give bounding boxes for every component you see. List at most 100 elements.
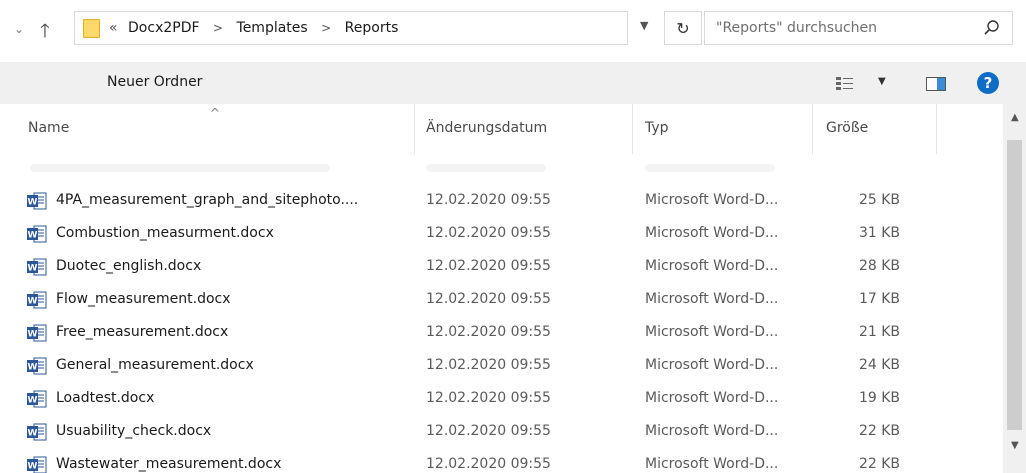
scroll-down-icon[interactable]: ▼: [1011, 440, 1019, 451]
search-icon[interactable]: [983, 19, 1000, 36]
svg-text:W: W: [28, 231, 38, 241]
search-placeholder: "Reports" durchsuchen: [716, 20, 878, 36]
svg-text:W: W: [28, 429, 38, 439]
breadcrumb-separator-icon[interactable]: >: [213, 21, 223, 35]
svg-text:W: W: [28, 198, 38, 208]
file-size: 25 KB: [858, 192, 900, 208]
file-name[interactable]: Flow_measurement.docx: [56, 291, 231, 307]
scroll-up-icon[interactable]: ▲: [1011, 112, 1019, 123]
address-bar: ⌄ 🡑 « Docx2PDF > Templates > Reports ▼ ↻…: [0, 0, 1026, 62]
file-name[interactable]: Usuability_check.docx: [56, 423, 211, 439]
file-size: 28 KB: [858, 258, 900, 274]
file-size: 22 KB: [858, 456, 900, 472]
breadcrumb-overflow[interactable]: «: [109, 20, 118, 36]
file-type: Microsoft Word-D...: [645, 456, 779, 472]
view-dropdown-icon[interactable]: ▼: [878, 76, 886, 87]
blurred-row: [0, 158, 990, 180]
file-type: Microsoft Word-D...: [645, 258, 779, 274]
file-list: W 4PA_measurement_graph_and_sitephoto...…: [0, 154, 1003, 473]
file-row[interactable]: W Combustion_measurment.docx 12.02.2020 …: [0, 217, 1000, 251]
file-date: 12.02.2020 09:55: [426, 324, 551, 340]
arrow-up-icon[interactable]: 🡑: [40, 17, 50, 49]
svg-text:W: W: [28, 462, 38, 472]
file-date: 12.02.2020 09:55: [426, 291, 551, 307]
file-date: 12.02.2020 09:55: [426, 456, 551, 472]
word-document-icon: W: [27, 192, 47, 210]
recent-locations-chevron-icon[interactable]: ⌄: [14, 22, 24, 36]
file-name[interactable]: Duotec_english.docx: [56, 258, 201, 274]
file-type: Microsoft Word-D...: [645, 324, 779, 340]
preview-pane-icon[interactable]: [926, 77, 946, 91]
file-name[interactable]: General_measurement.docx: [56, 357, 254, 373]
file-size: 31 KB: [858, 225, 900, 241]
path-dropdown-chevron-icon[interactable]: ▼: [640, 19, 648, 32]
file-row[interactable]: W Flow_measurement.docx 12.02.2020 09:55…: [0, 283, 1000, 317]
column-divider[interactable]: [812, 104, 813, 154]
breadcrumb: « Docx2PDF > Templates > Reports: [109, 20, 398, 36]
file-row[interactable]: W Duotec_english.docx 12.02.2020 09:55 M…: [0, 250, 1000, 284]
file-row[interactable]: W Usuability_check.docx 12.02.2020 09:55…: [0, 415, 1000, 449]
file-name[interactable]: Combustion_measurment.docx: [56, 225, 274, 241]
word-document-icon: W: [27, 324, 47, 342]
refresh-button[interactable]: ↻: [664, 11, 702, 45]
column-header-row: ^ Name Änderungsdatum Typ Größe: [0, 104, 1003, 154]
word-document-icon: W: [27, 423, 47, 441]
file-name[interactable]: Free_measurement.docx: [56, 324, 228, 340]
file-row[interactable]: W Free_measurement.docx 12.02.2020 09:55…: [0, 316, 1000, 350]
file-name[interactable]: Loadtest.docx: [56, 390, 154, 406]
column-divider[interactable]: [632, 104, 633, 154]
column-divider[interactable]: [414, 104, 415, 154]
word-document-icon: W: [27, 258, 47, 276]
file-type: Microsoft Word-D...: [645, 225, 779, 241]
svg-text:W: W: [28, 396, 38, 406]
svg-text:W: W: [28, 297, 38, 307]
file-name[interactable]: 4PA_measurement_graph_and_sitephoto....: [56, 192, 358, 208]
help-button[interactable]: ?: [977, 72, 999, 94]
details-view-icon[interactable]: [836, 77, 870, 91]
column-divider[interactable]: [936, 104, 937, 154]
column-header-date[interactable]: Änderungsdatum: [426, 120, 547, 136]
file-type: Microsoft Word-D...: [645, 423, 779, 439]
file-date: 12.02.2020 09:55: [426, 258, 551, 274]
file-date: 12.02.2020 09:55: [426, 390, 551, 406]
breadcrumb-separator-icon[interactable]: >: [321, 21, 331, 35]
file-row[interactable]: W 4PA_measurement_graph_and_sitephoto...…: [0, 184, 1000, 218]
file-type: Microsoft Word-D...: [645, 357, 779, 373]
file-size: 21 KB: [858, 324, 900, 340]
column-header-type[interactable]: Typ: [645, 120, 669, 136]
breadcrumb-item-templates[interactable]: Templates: [237, 20, 308, 36]
svg-text:W: W: [28, 264, 38, 274]
search-input[interactable]: "Reports" durchsuchen: [704, 11, 1013, 45]
breadcrumb-item-reports[interactable]: Reports: [345, 20, 399, 36]
path-box[interactable]: « Docx2PDF > Templates > Reports: [74, 11, 628, 45]
new-folder-button[interactable]: Neuer Ordner: [107, 74, 202, 90]
column-header-size[interactable]: Größe: [826, 120, 868, 136]
command-bar: Neuer Ordner ▼ ?: [0, 62, 1026, 104]
scrollbar-thumb[interactable]: [1007, 140, 1022, 430]
word-document-icon: W: [27, 456, 47, 473]
file-date: 12.02.2020 09:55: [426, 192, 551, 208]
file-date: 12.02.2020 09:55: [426, 357, 551, 373]
svg-text:W: W: [28, 363, 38, 373]
word-document-icon: W: [27, 390, 47, 408]
file-row[interactable]: W General_measurement.docx 12.02.2020 09…: [0, 349, 1000, 383]
file-size: 19 KB: [858, 390, 900, 406]
file-type: Microsoft Word-D...: [645, 390, 779, 406]
word-document-icon: W: [27, 357, 47, 375]
column-header-name[interactable]: Name: [28, 120, 69, 136]
file-size: 22 KB: [858, 423, 900, 439]
file-size: 24 KB: [858, 357, 900, 373]
sort-ascending-icon: ^: [210, 106, 221, 120]
breadcrumb-item-docx2pdf[interactable]: Docx2PDF: [128, 20, 200, 36]
folder-icon: [83, 19, 100, 38]
file-row[interactable]: W Wastewater_measurement.docx 12.02.2020…: [0, 448, 1000, 473]
refresh-icon: ↻: [676, 18, 690, 38]
word-document-icon: W: [27, 291, 47, 309]
file-type: Microsoft Word-D...: [645, 192, 779, 208]
file-name[interactable]: Wastewater_measurement.docx: [56, 456, 281, 472]
word-document-icon: W: [27, 225, 47, 243]
file-date: 12.02.2020 09:55: [426, 423, 551, 439]
vertical-scrollbar[interactable]: ▲ ▼: [1003, 104, 1026, 473]
file-row[interactable]: W Loadtest.docx 12.02.2020 09:55 Microso…: [0, 382, 1000, 416]
help-icon: ?: [983, 74, 993, 92]
